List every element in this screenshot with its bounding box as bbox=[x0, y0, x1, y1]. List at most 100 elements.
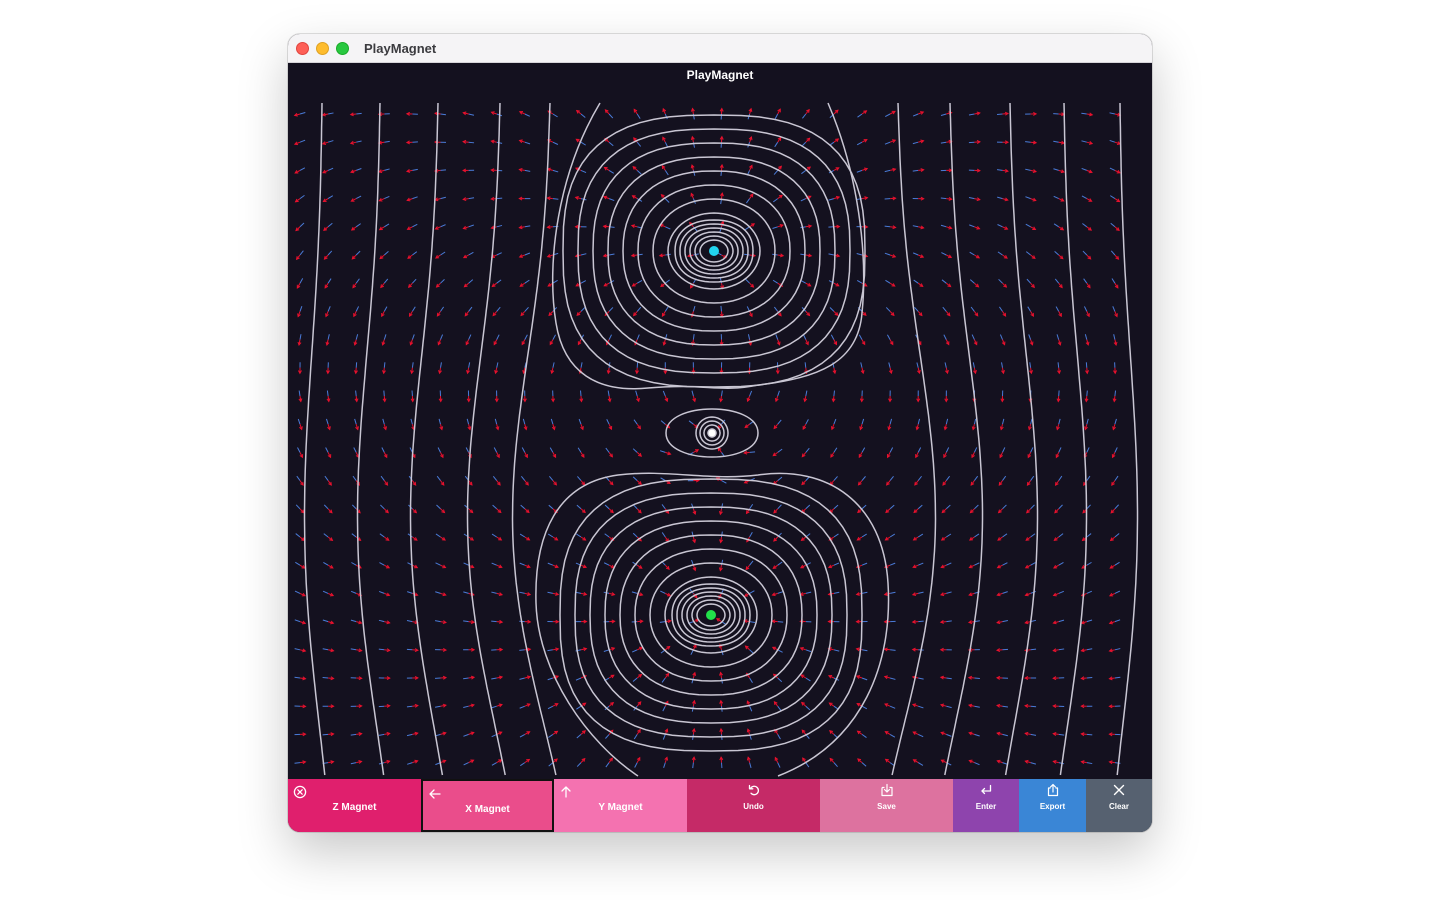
y-magnet-button[interactable]: Y Magnet bbox=[554, 779, 687, 832]
field-arrow bbox=[378, 648, 391, 653]
field-arrow bbox=[1111, 475, 1119, 486]
field-arrow bbox=[1000, 390, 1005, 403]
field-arrow bbox=[606, 419, 613, 431]
field-arrow bbox=[435, 562, 447, 569]
field-arrow bbox=[321, 112, 334, 117]
magnet-field-canvas[interactable]: PlayMagnet bbox=[288, 63, 1152, 779]
field-arrow bbox=[518, 225, 531, 230]
x-magnet-label: X Magnet bbox=[465, 804, 510, 815]
clear-button[interactable]: Clear bbox=[1086, 779, 1152, 832]
field-arrow bbox=[1052, 676, 1065, 681]
field-arrow bbox=[940, 533, 952, 541]
magnet-center[interactable] bbox=[708, 429, 716, 437]
field-arrow bbox=[434, 620, 447, 625]
toolbar: Z Magnet X Magnet Y Magnet Undo Save Ent… bbox=[288, 779, 1152, 832]
z-magnet-button[interactable]: Z Magnet bbox=[288, 779, 421, 832]
field-arrow bbox=[520, 504, 530, 514]
field-arrow bbox=[435, 703, 447, 708]
field-arrow bbox=[803, 334, 809, 346]
field-arrow bbox=[1055, 306, 1062, 318]
field-arrow bbox=[577, 476, 586, 486]
zoom-window-button[interactable] bbox=[336, 42, 349, 55]
field-arrow bbox=[378, 703, 391, 708]
field-arrow bbox=[830, 447, 838, 458]
enter-button[interactable]: Enter bbox=[953, 779, 1019, 832]
field-visualization[interactable] bbox=[288, 63, 1152, 779]
field-arrow bbox=[409, 334, 415, 346]
field-arrow bbox=[635, 390, 640, 403]
field-arrow bbox=[350, 676, 363, 681]
field-arrow bbox=[633, 419, 642, 430]
field-arrow bbox=[406, 648, 419, 653]
field-arrow bbox=[435, 251, 446, 259]
field-arrow bbox=[968, 140, 981, 144]
magnet-top[interactable] bbox=[709, 246, 719, 256]
field-arrow bbox=[939, 591, 952, 597]
field-line bbox=[1116, 102, 1139, 776]
field-arrow bbox=[378, 676, 391, 681]
field-arrow bbox=[1111, 278, 1119, 289]
field-arrow bbox=[466, 390, 471, 403]
field-arrow bbox=[827, 619, 840, 624]
field-arrow bbox=[407, 278, 417, 289]
field-arrow bbox=[800, 701, 811, 711]
field-arrow bbox=[632, 448, 643, 457]
field-arrow bbox=[996, 111, 1010, 116]
save-icon bbox=[880, 783, 893, 797]
field-arrow bbox=[492, 504, 502, 514]
field-arrow bbox=[434, 196, 446, 202]
field-arrow bbox=[968, 759, 980, 766]
minimize-window-button[interactable] bbox=[316, 42, 329, 55]
field-arrow bbox=[827, 562, 840, 569]
field-arrow bbox=[293, 112, 306, 117]
field-arrow bbox=[884, 167, 897, 173]
field-arrow bbox=[353, 447, 360, 459]
field-arrow bbox=[435, 279, 445, 288]
field-arrow bbox=[968, 533, 980, 541]
magnet-bottom[interactable] bbox=[706, 610, 716, 620]
field-arrow bbox=[377, 168, 390, 174]
field-arrow bbox=[827, 647, 840, 652]
field-arrow bbox=[691, 362, 696, 375]
field-arrow bbox=[294, 619, 307, 625]
x-magnet-button[interactable]: X Magnet bbox=[421, 779, 554, 832]
field-arrow bbox=[603, 166, 615, 174]
field-arrow bbox=[1084, 334, 1090, 346]
field-arrow bbox=[436, 504, 446, 514]
close-window-button[interactable] bbox=[296, 42, 309, 55]
field-arrow bbox=[353, 306, 360, 318]
field-arrow bbox=[491, 619, 504, 624]
field-arrow bbox=[856, 139, 868, 146]
field-arrow bbox=[297, 418, 303, 431]
field-arrow bbox=[1057, 362, 1061, 375]
save-button[interactable]: Save bbox=[820, 779, 953, 832]
field-arrow bbox=[382, 362, 386, 375]
field-arrow bbox=[1025, 196, 1037, 202]
field-arrow bbox=[831, 390, 836, 403]
field-arrow bbox=[434, 224, 446, 230]
field-arrow bbox=[382, 418, 387, 431]
field-arrow bbox=[297, 447, 304, 459]
export-button[interactable]: Export bbox=[1019, 779, 1086, 832]
field-arrow bbox=[1025, 168, 1037, 173]
field-arrow bbox=[718, 503, 724, 516]
field-arrow bbox=[634, 756, 641, 768]
field-arrow bbox=[941, 504, 951, 514]
field-arrow bbox=[828, 253, 841, 258]
field-arrow bbox=[491, 591, 504, 597]
field-arrow bbox=[774, 136, 782, 148]
field-arrow bbox=[997, 533, 1008, 541]
undo-button[interactable]: Undo bbox=[687, 779, 820, 832]
field-arrow bbox=[1113, 362, 1118, 375]
field-arrow bbox=[855, 675, 868, 681]
field-arrow bbox=[1053, 562, 1064, 569]
field-arrow bbox=[576, 757, 586, 767]
field-arrow bbox=[747, 107, 753, 120]
field-arrow bbox=[350, 195, 362, 202]
field-arrow bbox=[607, 390, 612, 403]
field-arrow bbox=[691, 699, 696, 712]
field-arrow bbox=[298, 390, 303, 403]
field-arrow bbox=[857, 758, 867, 767]
field-arrow bbox=[772, 253, 785, 258]
field-arrow bbox=[519, 731, 531, 738]
